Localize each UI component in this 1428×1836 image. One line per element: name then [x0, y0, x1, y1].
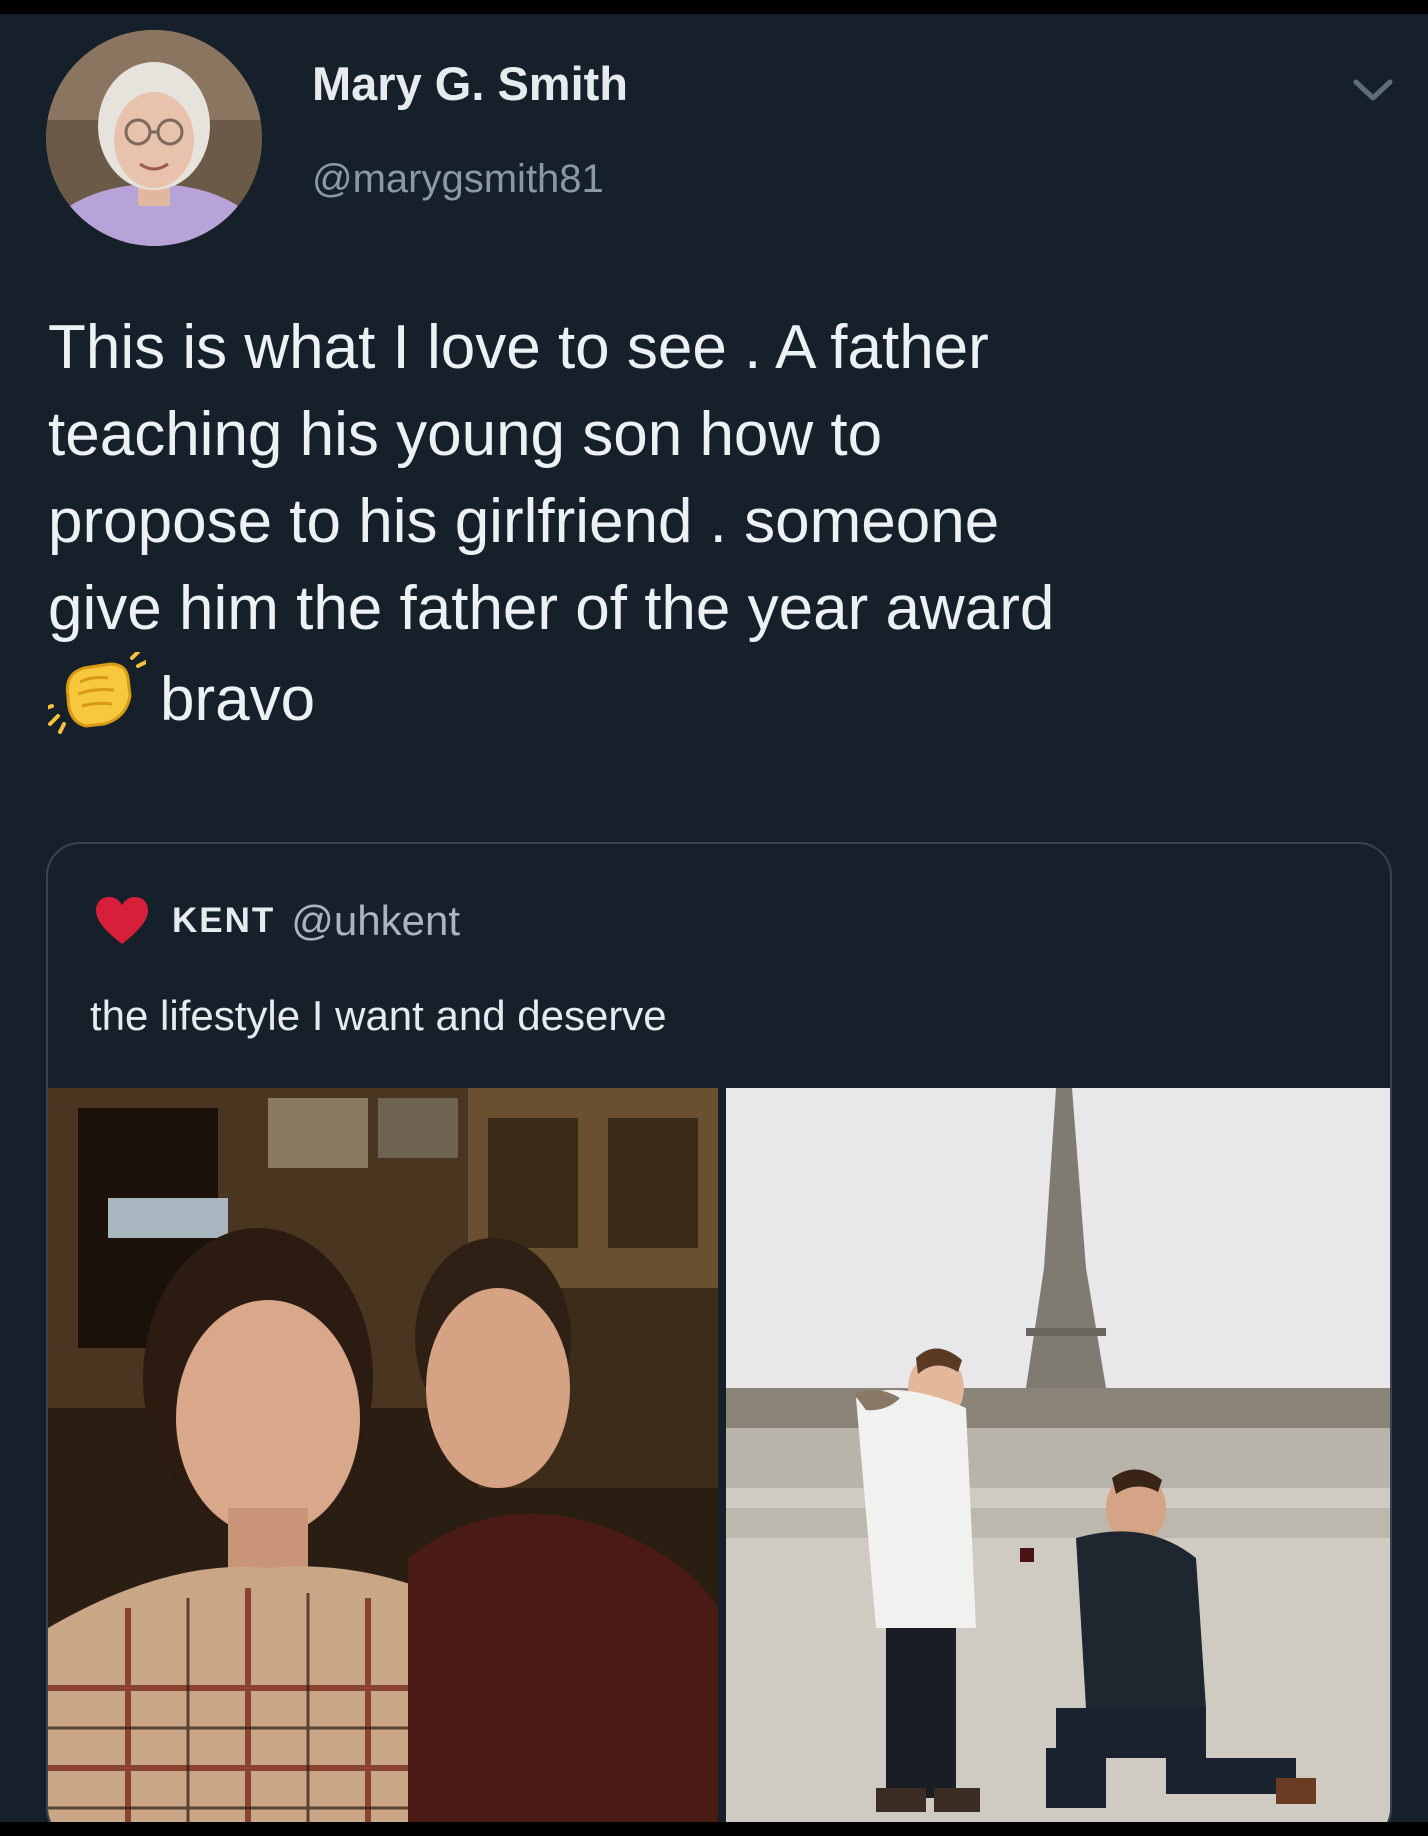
- quoted-author-handle[interactable]: @uhkent: [291, 897, 460, 945]
- bravo-text: bravo: [160, 665, 316, 734]
- clapping-hands-icon: [48, 652, 146, 734]
- tweet-text: This is what I love to see . A father te…: [48, 304, 1388, 743]
- tweet-text-line: teaching his young son how to: [48, 400, 883, 469]
- quoted-tweet-header: KENT @uhkent: [94, 896, 460, 946]
- chevron-down-icon[interactable]: [1346, 64, 1400, 118]
- tweet-card: Mary G. Smith @marygsmith81 This is what…: [0, 14, 1428, 1822]
- tweet-text-line: This is what I love to see . A father: [48, 313, 989, 382]
- heart-icon: [94, 896, 150, 946]
- avatar-photo: [46, 30, 262, 246]
- author-avatar[interactable]: [46, 30, 262, 246]
- quoted-tweet-text: the lifestyle I want and deserve: [90, 992, 667, 1039]
- eiffel-tower-proposal-photo[interactable]: [726, 1088, 1390, 1822]
- author-handle[interactable]: @marygsmith81: [312, 157, 604, 202]
- restaurant-selfie-photo[interactable]: [48, 1088, 718, 1822]
- quoted-author-name[interactable]: KENT: [172, 901, 275, 941]
- quoted-tweet[interactable]: KENT @uhkent the lifestyle I want and de…: [46, 842, 1392, 1822]
- tweet-text-line: propose to his girlfriend . someone: [48, 487, 1000, 556]
- author-name[interactable]: Mary G. Smith: [312, 56, 628, 111]
- tweet-text-line: give him the father of the year award: [48, 574, 1055, 643]
- tweet-text-last-line: bravo: [48, 652, 1388, 743]
